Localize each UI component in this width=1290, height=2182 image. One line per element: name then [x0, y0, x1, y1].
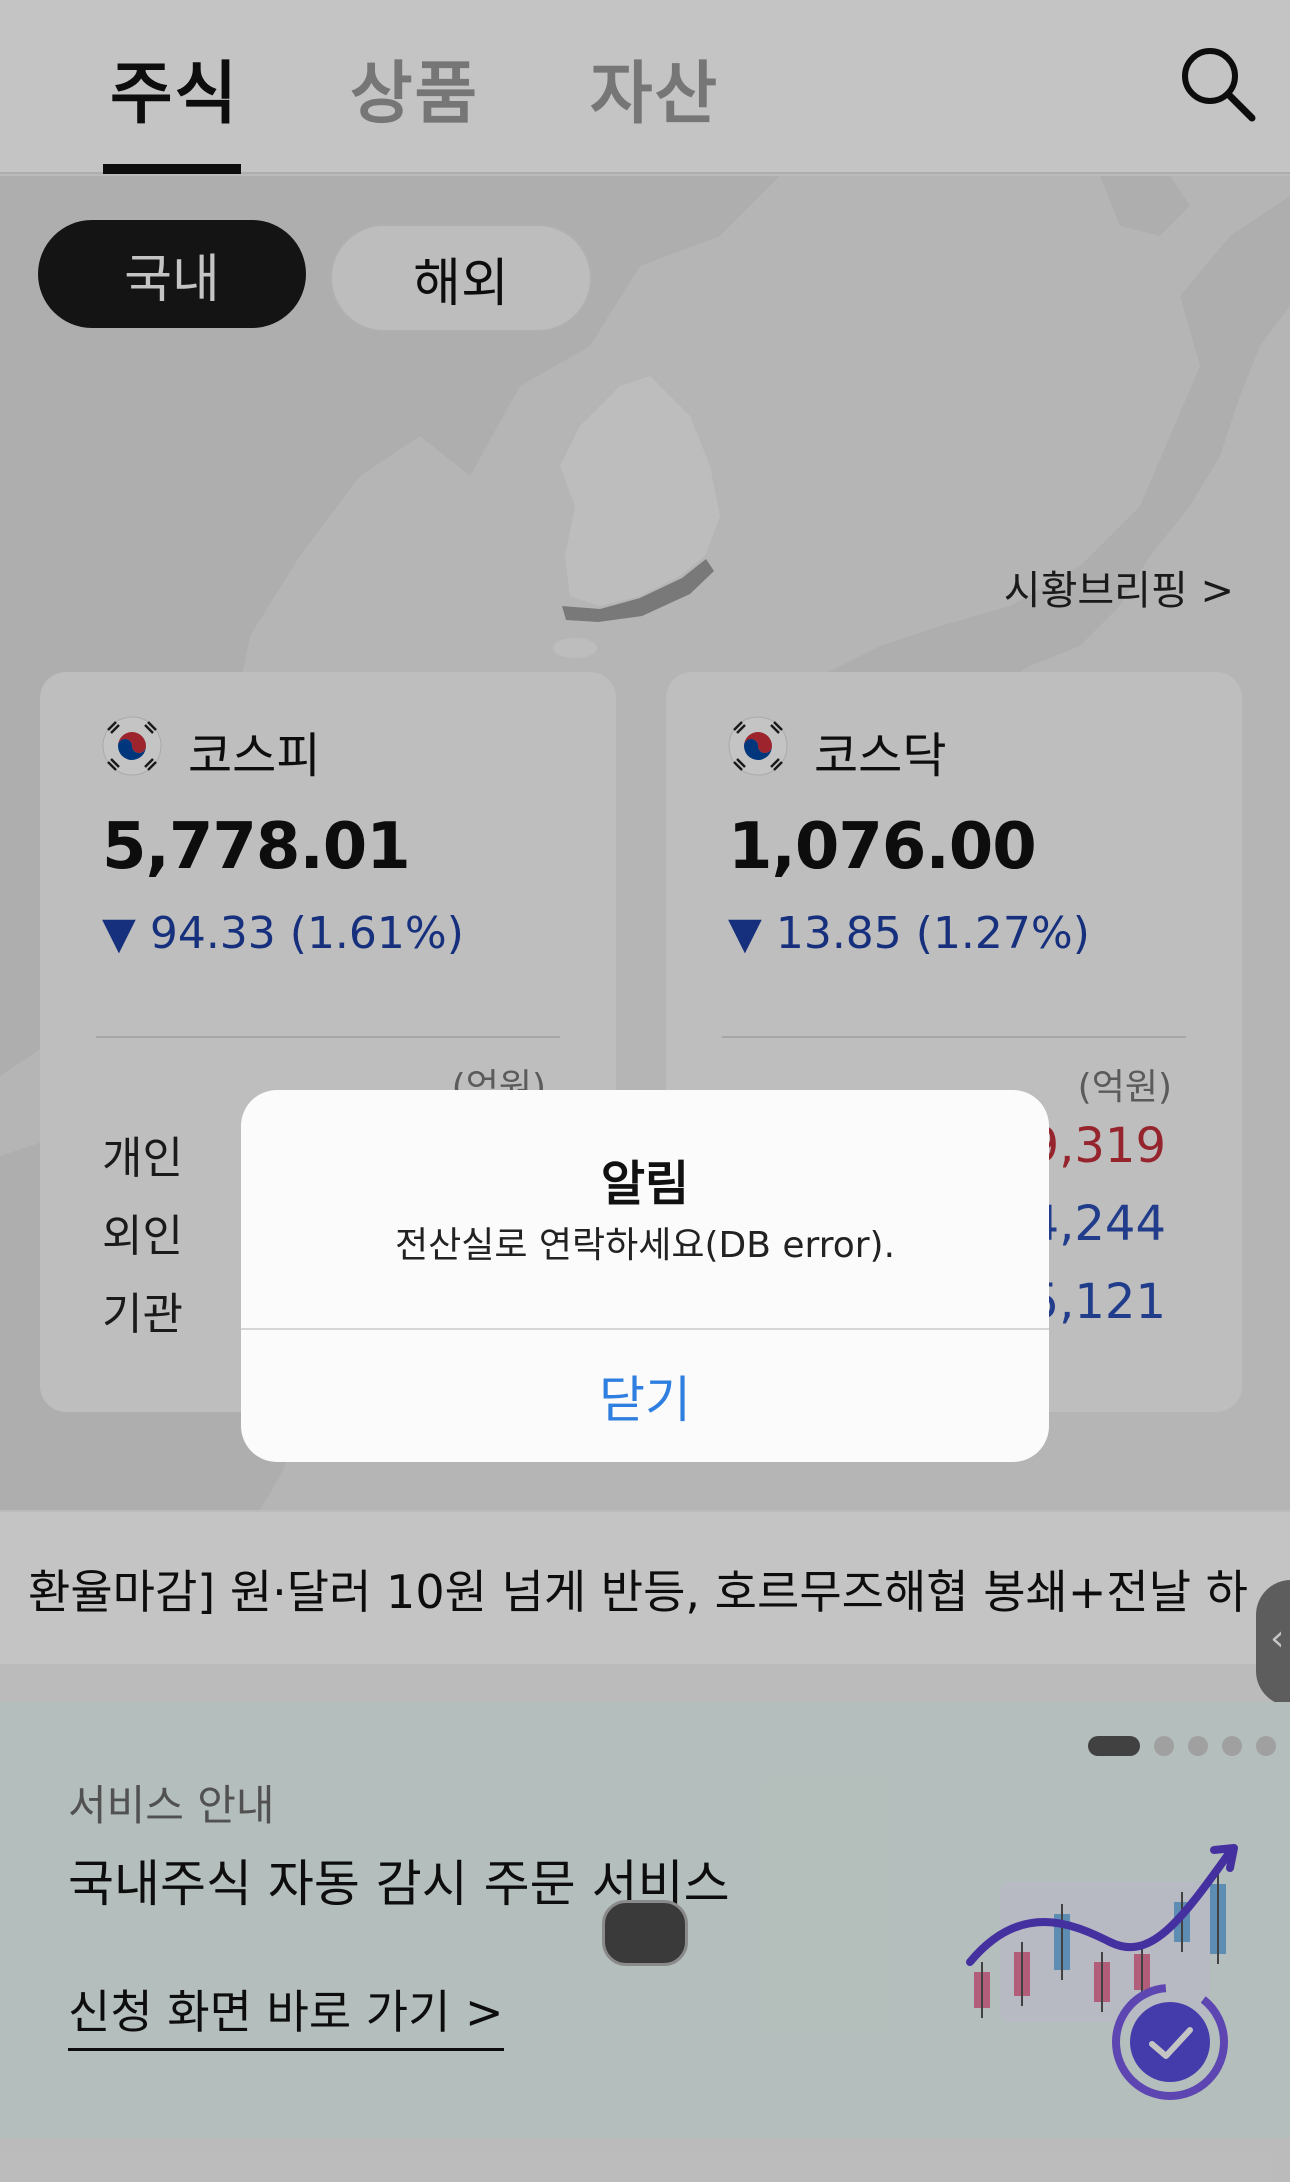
- dialog-title: 알림: [600, 1156, 690, 1212]
- dialog-message: 전산실로 연락하세요(DB error).: [394, 1225, 896, 1266]
- floating-assistive-button[interactable]: [602, 1900, 688, 1966]
- close-button[interactable]: 닫기: [241, 1330, 1049, 1462]
- alert-dialog: 알림 전산실로 연락하세요(DB error). 닫기: [241, 1090, 1049, 1462]
